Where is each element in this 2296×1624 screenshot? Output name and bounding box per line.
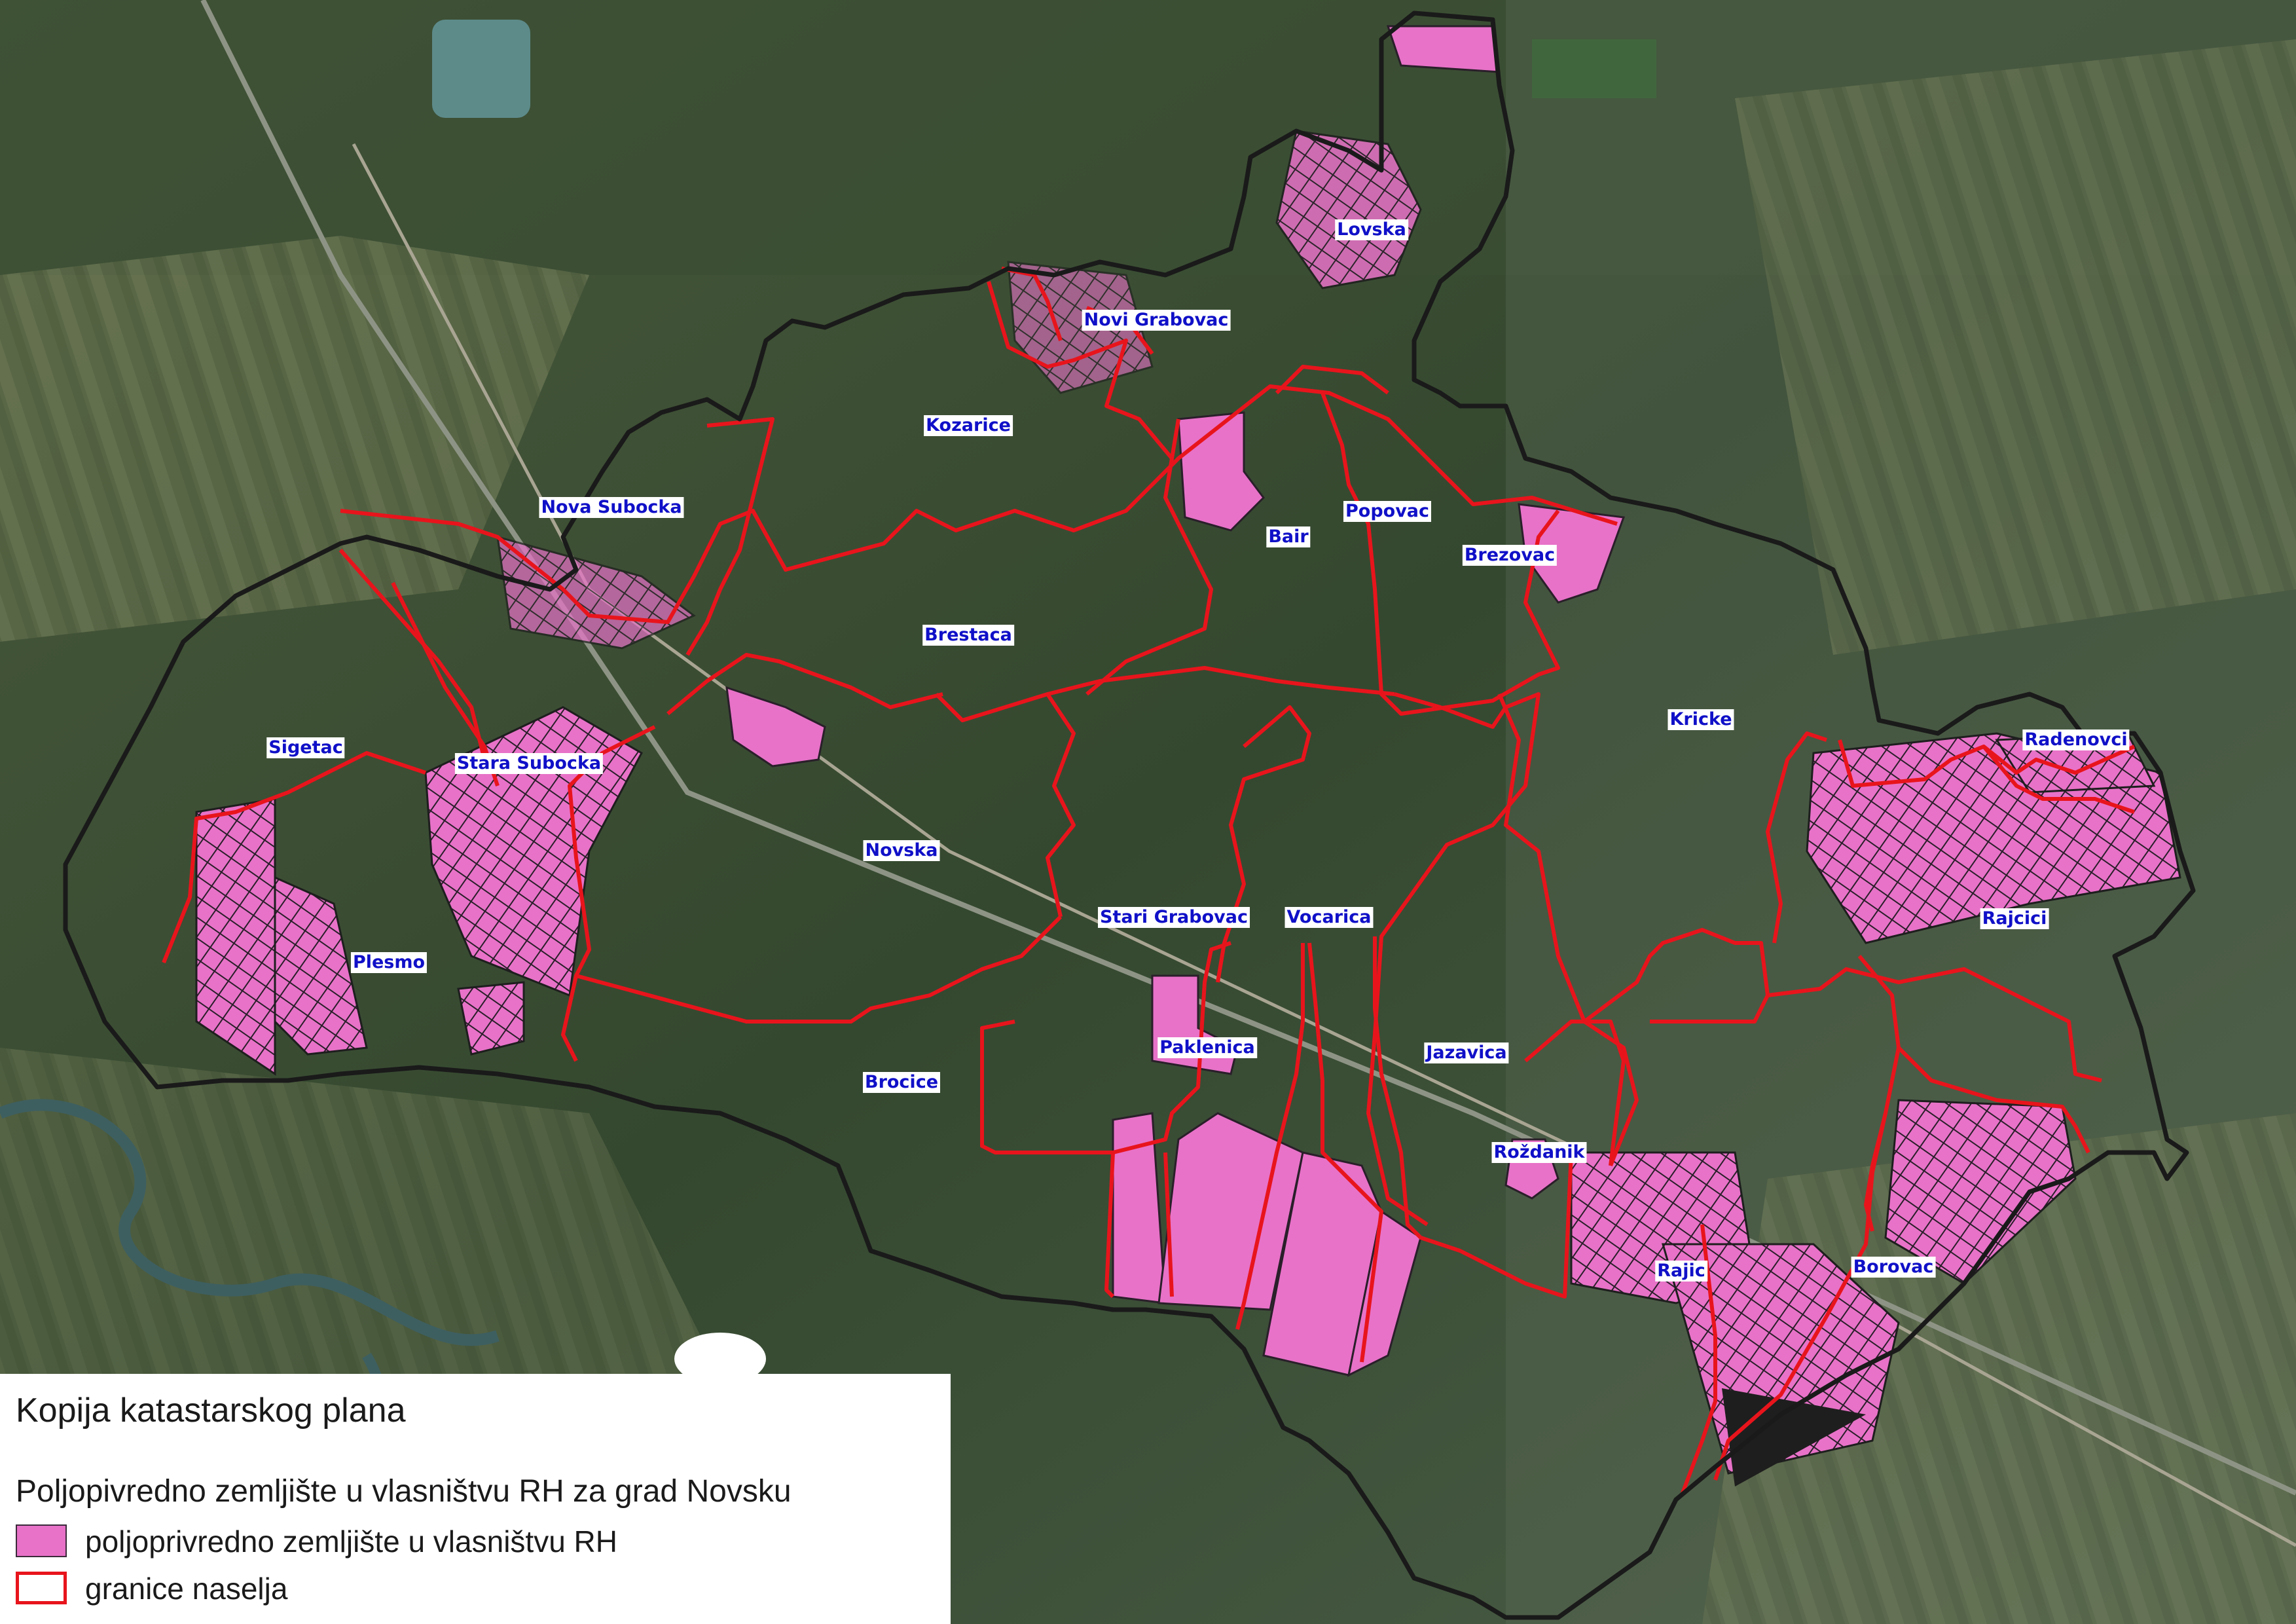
legend-title: Kopija katastarskog plana xyxy=(16,1392,406,1430)
place-label-brezovac[interactable]: Brezovac xyxy=(1462,545,1558,566)
place-label-rajcici[interactable]: Rajcici xyxy=(1980,908,2049,929)
place-label-borovac[interactable]: Borovac xyxy=(1851,1257,1936,1278)
place-label-rozdanik[interactable]: Roždanik xyxy=(1491,1142,1587,1163)
place-label-sigetac[interactable]: Sigetac xyxy=(266,737,345,758)
place-label-stara-subocka[interactable]: Stara Subocka xyxy=(454,753,604,774)
place-label-kozarice[interactable]: Kozarice xyxy=(924,415,1013,436)
legend-item-label: granice naselja xyxy=(85,1572,288,1606)
place-label-brestaca[interactable]: Brestaca xyxy=(922,625,1014,646)
place-label-novska[interactable]: Novska xyxy=(863,840,940,861)
reservoir-lake xyxy=(432,20,530,118)
place-label-plesmo[interactable]: Plesmo xyxy=(350,952,428,973)
red-outline-swatch-icon xyxy=(16,1572,67,1604)
legend-subtitle: Poljopivredno zemljište u vlasništvu RH … xyxy=(16,1474,792,1509)
place-label-paklenica[interactable]: Paklenica xyxy=(1157,1037,1257,1058)
place-label-kricke[interactable]: Kricke xyxy=(1667,709,1734,730)
place-label-nova-subocka[interactable]: Nova Subocka xyxy=(539,497,684,518)
place-label-novi-grabovac[interactable]: Novi Grabovac xyxy=(1082,310,1231,331)
place-label-radenovci[interactable]: Radenovci xyxy=(2022,729,2130,750)
place-label-bair[interactable]: Bair xyxy=(1266,526,1311,547)
map-legend: Kopija katastarskog plana Poljopivredno … xyxy=(0,1374,951,1624)
place-label-jazavica[interactable]: Jazavica xyxy=(1424,1043,1509,1063)
place-label-brocice[interactable]: Brocice xyxy=(862,1072,941,1093)
pink-fill-swatch-icon xyxy=(16,1524,67,1557)
place-label-rajic[interactable]: Rajic xyxy=(1655,1261,1707,1282)
legend-item-label: poljoprivredno zemljište u vlasništvu RH xyxy=(85,1524,617,1559)
place-label-stari-grabovac[interactable]: Stari Grabovac xyxy=(1098,907,1250,928)
place-label-popovac[interactable]: Popovac xyxy=(1343,501,1432,522)
place-label-lovska[interactable]: Lovska xyxy=(1335,219,1408,240)
place-label-vocarica[interactable]: Vocarica xyxy=(1285,907,1374,928)
